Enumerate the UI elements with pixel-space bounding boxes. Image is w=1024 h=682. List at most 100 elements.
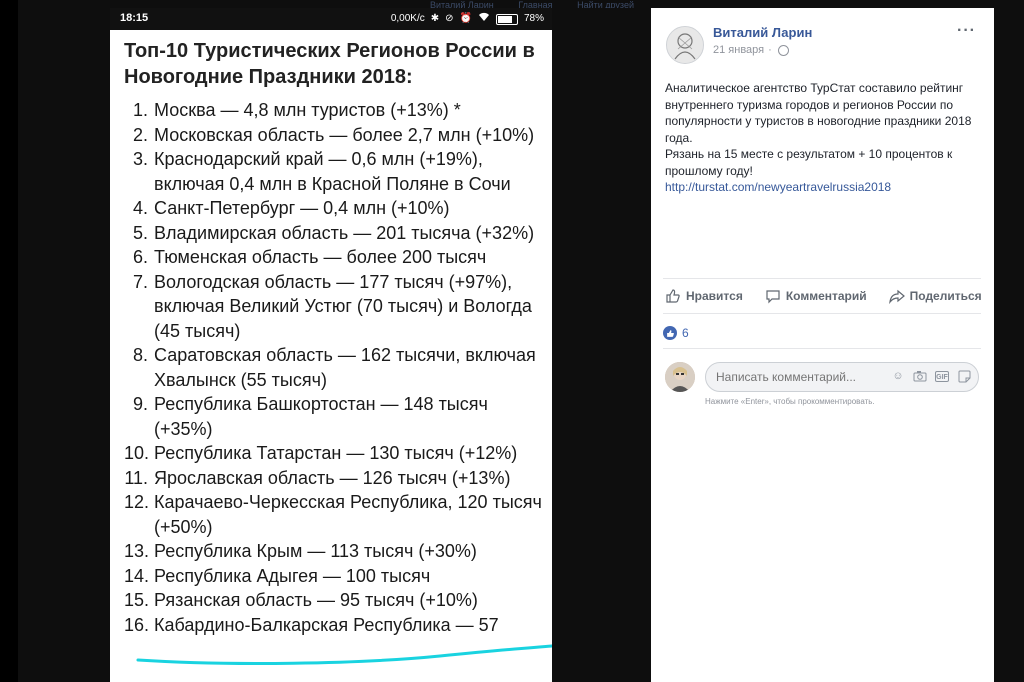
bluetooth-icon: ✱: [430, 13, 440, 24]
ranking-number: 1.: [132, 100, 148, 120]
ranking-item: 2. Московская область — более 2,7 млн (+1…: [124, 123, 544, 148]
ranking-number: 11.: [124, 467, 148, 488]
emoji-icon[interactable]: ☺: [891, 370, 905, 383]
ranking-number: 12.: [124, 492, 150, 512]
ranking-item: 1. Москва — 4,8 млн туристов (+13%) *: [124, 98, 544, 123]
like-button[interactable]: Нравится: [665, 286, 743, 306]
post-meta: 21 января ·: [713, 44, 789, 56]
top-nav-profile[interactable]: Виталий Ларин: [430, 0, 494, 8]
ranking-text: Кабардино-Балкарская Республика — 57: [154, 614, 499, 635]
camera-icon[interactable]: [913, 370, 927, 383]
ranking-text: Вологодская область — 177 тысяч (+97%), …: [154, 271, 532, 341]
ranking-text: Тюменская область — более 200 тысяч: [154, 247, 487, 267]
ranking-item: 9. Республика Башкортостан — 148 тысяч (+…: [124, 392, 544, 441]
article-title: Топ-10 Туристических Регионов России в Н…: [124, 40, 535, 88]
like-label: Нравится: [686, 289, 743, 303]
post-image[interactable]: 18:15 0,00K/c ✱ ⊘ ⏰ 78% Топ-10 Туристиче…: [110, 8, 552, 682]
wifi-icon: [478, 12, 490, 26]
ranking-text: Саратовская область — 162 тысячи, включа…: [154, 345, 536, 390]
ranking-number: 15.: [124, 590, 150, 610]
ranking-list: 1. Москва — 4,8 млн туристов (+13%) * 2. Мо…: [124, 98, 544, 637]
ranking-number: 8.: [132, 345, 148, 365]
ranking-item: 6. Тюменская область — более 200 тысяч: [124, 245, 544, 270]
divider: [663, 313, 981, 314]
ranking-text: Санкт-Петербург — 0,4 млн (+10%): [154, 198, 450, 218]
ranking-text: Республика Крым — 113 тысяч (+30%): [154, 541, 477, 561]
phone-status-bar: 18:15 0,00K/c ✱ ⊘ ⏰ 78%: [110, 8, 552, 30]
top-nav-hint: Виталий Ларин Главная Найти друзей: [430, 0, 670, 8]
ranking-number: 10.: [124, 443, 150, 463]
ranking-item: 13. Республика Крым — 113 тысяч (+30%): [124, 539, 544, 564]
ranking-number: 5.: [132, 222, 148, 243]
ranking-item: 10. Республика Татарстан — 130 тысяч (+12…: [124, 441, 544, 466]
ranking-number: 9.: [132, 394, 148, 414]
ranking-text: Республика Татарстан — 130 тысяч (+12%): [154, 443, 518, 463]
author-name[interactable]: Виталий Ларин: [713, 25, 812, 40]
status-icons: 0,00K/c ✱ ⊘ ⏰ 78%: [391, 12, 544, 26]
ranking-number: 6.: [132, 247, 148, 267]
ranking-text: Краснодарский край — 0,6 млн (+19%), вкл…: [154, 149, 511, 194]
ranking-number: 7.: [132, 271, 148, 292]
divider: [663, 348, 981, 349]
comment-composer: ☺ GIF: [665, 360, 983, 394]
divider: [663, 278, 981, 279]
author-avatar[interactable]: [666, 26, 704, 64]
ranking-text: Республика Башкортостан — 148 тысяч (+35…: [154, 394, 488, 439]
comment-label: Комментарий: [785, 289, 867, 303]
ranking-number: 2.: [132, 124, 148, 145]
mute-icon: ⊘: [445, 13, 454, 24]
status-time: 18:15: [120, 12, 149, 24]
ranking-text: Московская область — более 2,7 млн (+10%…: [154, 124, 535, 145]
ranking-text: Москва — 4,8 млн туристов (+13%) *: [154, 100, 461, 120]
more-options-icon[interactable]: ···: [957, 22, 976, 40]
comment-hint: Нажмите «Enter», чтобы прокомментировать…: [705, 397, 875, 406]
alarm-icon: ⏰: [459, 13, 472, 24]
reactions-summary[interactable]: 6: [663, 326, 689, 340]
user-avatar[interactable]: [665, 362, 695, 392]
ranking-item: 11. Ярославская область — 126 тысяч (+13%…: [124, 466, 544, 491]
ranking-item: 7. Вологодская область — 177 тысяч (+97%)…: [124, 270, 544, 344]
post-text-line: Аналитическое агентство ТурСтат составил…: [665, 81, 972, 145]
network-speed: 0,00K/c: [390, 13, 425, 24]
ranking-number: 13.: [124, 541, 150, 561]
top-nav-find-friends[interactable]: Найти друзей: [577, 0, 634, 8]
post-link[interactable]: http://turstat.com/newyeartravelrussia20…: [665, 180, 891, 194]
ranking-item: 4. Санкт-Петербург — 0,4 млн (+10%): [124, 196, 544, 221]
post-body: Аналитическое агентство ТурСтат составил…: [665, 80, 983, 196]
share-button[interactable]: Поделиться: [888, 286, 982, 306]
likes-count: 6: [682, 326, 689, 340]
comment-button[interactable]: Комментарий: [765, 286, 867, 306]
article: Топ-10 Туристических Регионов России в Н…: [124, 38, 544, 637]
battery-icon: [495, 13, 518, 25]
ranking-text: Рязанская область — 95 тысяч (+10%): [154, 590, 478, 610]
globe-icon: [777, 44, 789, 56]
post-date[interactable]: 21 января: [713, 44, 764, 56]
like-reaction-icon: [663, 326, 677, 340]
ranking-text: Владимирская область — 201 тысяча (+32%): [154, 222, 535, 243]
ranking-text: Карачаево-Черкесская Республика, 120 тыс…: [154, 492, 542, 537]
comment-icon: [766, 290, 780, 304]
ranking-item: 8. Саратовская область — 162 тысячи, вклю…: [124, 343, 544, 392]
left-dark-edge: [0, 0, 18, 682]
sticker-icon[interactable]: [957, 370, 971, 383]
post-actions: Нравится Комментарий Поделиться: [665, 286, 983, 306]
ranking-text: Ярославская область — 126 тысяч (+13%): [154, 467, 511, 488]
share-icon: [888, 289, 905, 304]
battery-percent: 78%: [523, 13, 544, 24]
ranking-item: 16. Кабардино-Балкарская Республика — 57: [124, 613, 544, 638]
ranking-item: 5. Владимирская область — 201 тысяча (+32…: [124, 221, 544, 246]
facebook-post: Виталий Ларин 21 января · ··· Аналитичес…: [651, 8, 994, 682]
gif-icon[interactable]: GIF: [935, 371, 949, 382]
ranking-item: 14. Республика Адыгея — 100 тысяч: [124, 564, 544, 589]
comment-input-icons: ☺ GIF: [891, 370, 971, 383]
ranking-number: 3.: [132, 149, 148, 169]
ranking-number: 16.: [124, 614, 150, 635]
ranking-text: Республика Адыгея — 100 тысяч: [154, 565, 431, 586]
thumbs-up-icon: [666, 289, 680, 303]
ranking-item: 12. Карачаево-Черкесская Республика, 120 …: [124, 490, 544, 539]
ranking-number: 14.: [124, 565, 150, 586]
ranking-number: 4.: [132, 198, 148, 218]
top-nav-home[interactable]: Главная: [518, 0, 552, 8]
ranking-item: 3. Краснодарский край — 0,6 млн (+19%), в…: [124, 147, 544, 196]
share-label: Поделиться: [909, 289, 982, 303]
